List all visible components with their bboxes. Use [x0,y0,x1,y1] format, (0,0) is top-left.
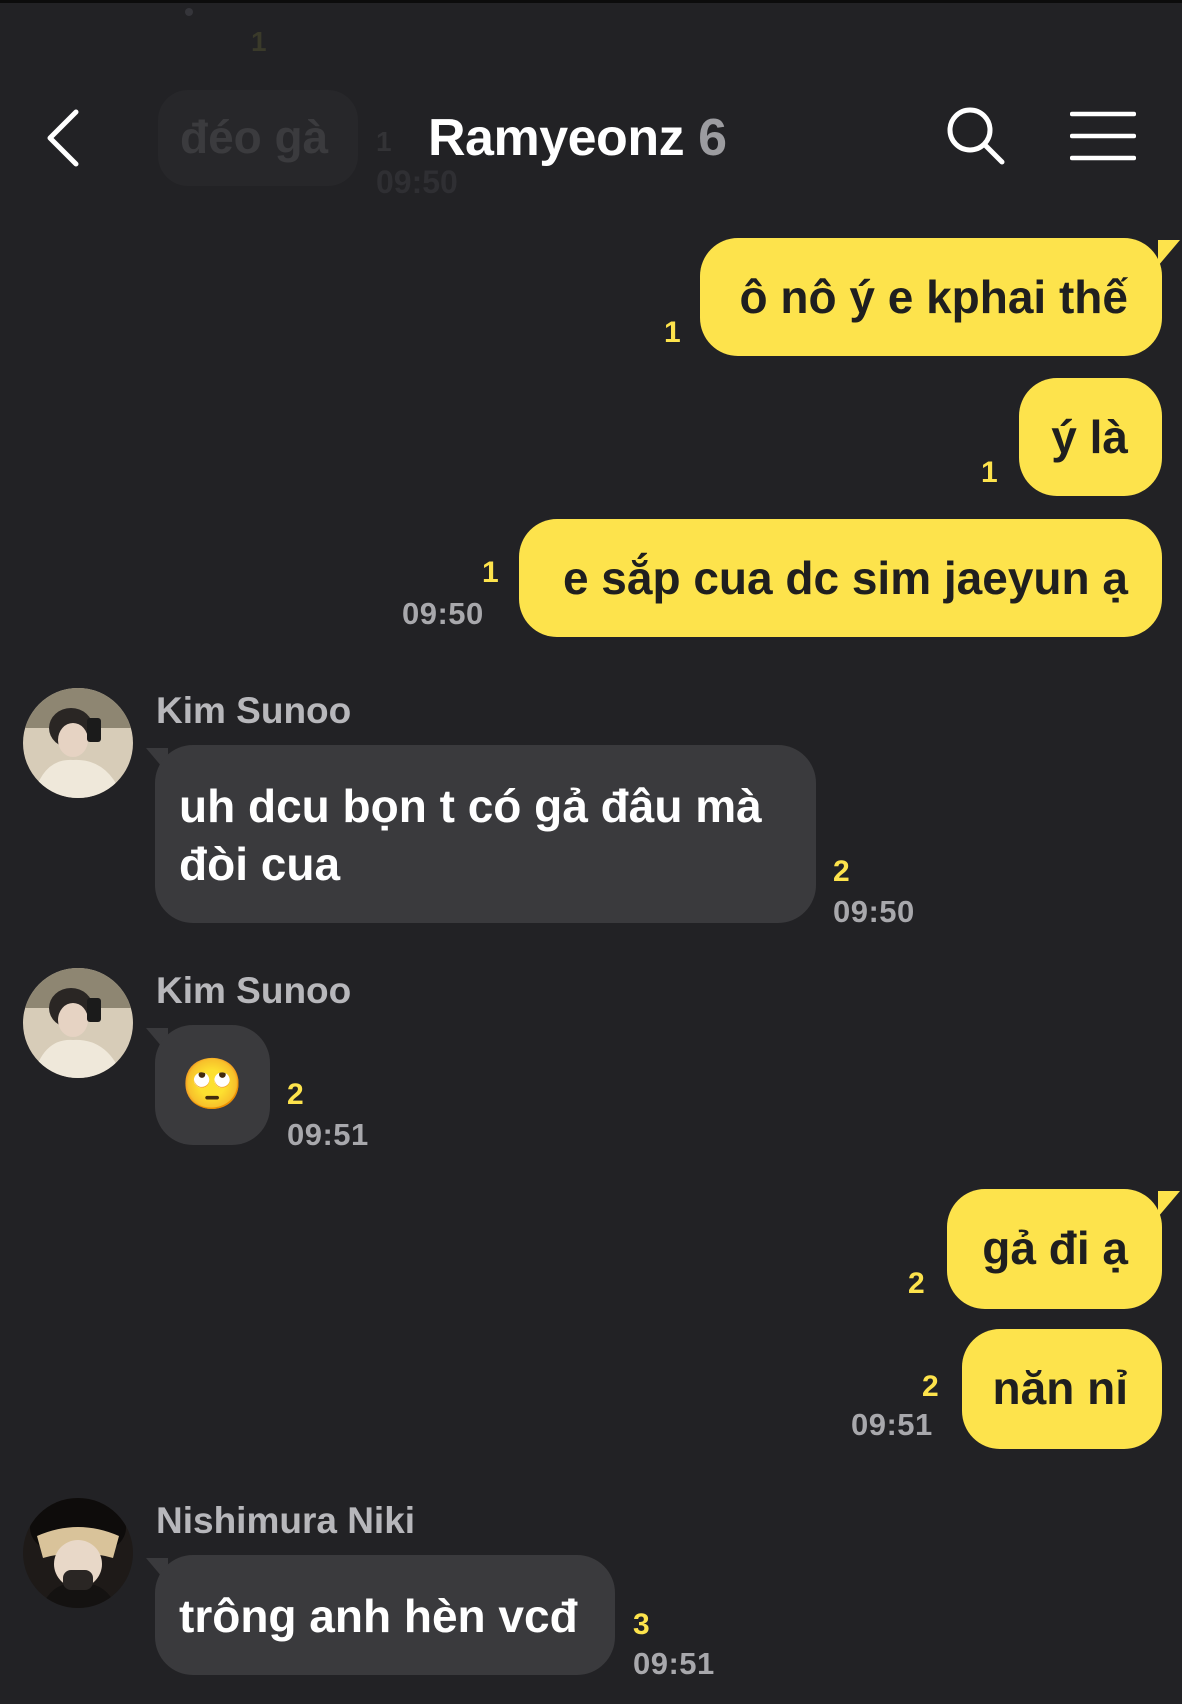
message-text: năn nỉ [992,1362,1128,1414]
outgoing-message-bubble[interactable]: ô nô ý e kphai thế [700,238,1162,356]
search-icon[interactable] [944,104,1008,168]
chat-name: Ramyeonz [428,109,685,167]
ghost-dot [185,8,193,16]
chat-title: Ramyeonz 6 [428,108,727,168]
unread-count: 1 [981,456,998,489]
avatar-photo-icon [23,968,133,1078]
back-arrow-icon[interactable] [40,106,90,170]
message-text: ô nô ý e kphai thế [739,271,1128,323]
sender-name: Kim Sunoo [156,690,352,731]
message-text: uh dcu bọn t có gả đâu mà đòi cua [179,780,762,890]
avatar-nishimura-niki[interactable] [23,1498,133,1608]
outgoing-message-bubble[interactable]: năn nỉ [962,1329,1162,1449]
avatar-kim-sunoo[interactable] [23,968,133,1078]
outgoing-message-bubble[interactable]: gả đi ạ [947,1189,1162,1309]
message-text: trông anh hèn vcđ [179,1590,578,1642]
unread-count: 1 [482,556,499,589]
outgoing-message-bubble[interactable]: ý là [1019,378,1162,496]
unread-count: 2 [287,1078,304,1111]
outgoing-message-bubble[interactable]: e sắp cua dc sim jaeyun ạ [519,519,1162,637]
hamburger-menu-icon[interactable] [1070,110,1136,162]
incoming-message-bubble[interactable]: uh dcu bọn t có gả đâu mà đòi cua [155,745,816,923]
message-time: 09:50 [402,596,484,631]
bubble-tail [1158,1191,1180,1217]
member-count: 6 [698,109,727,167]
message-text: ý là [1051,411,1128,463]
sender-name: Kim Sunoo [156,970,352,1011]
unread-count: 3 [633,1608,650,1641]
message-time: 09:50 [833,894,915,929]
avatar-photo-icon [23,1498,133,1608]
unread-count: 2 [922,1370,939,1403]
ghost-unread-top: 1 [251,26,267,57]
ghost-unread: 1 [376,126,392,157]
message-time: 09:51 [851,1407,933,1442]
ghost-time: 09:50 [376,164,458,200]
status-bar-edge [0,0,1182,3]
incoming-emoji-bubble[interactable]: 🙄 [155,1025,270,1145]
unread-count: 2 [833,855,850,888]
unread-count: 1 [664,316,681,349]
sender-name: Nishimura Niki [156,1500,416,1541]
avatar-kim-sunoo[interactable] [23,688,133,798]
incoming-message-bubble[interactable]: trông anh hèn vcđ [155,1555,615,1675]
avatar-photo-icon [23,688,133,798]
bubble-tail [1158,240,1180,266]
message-time: 09:51 [287,1117,369,1152]
eye-roll-emoji-icon: 🙄 [181,1055,244,1113]
message-text: e sắp cua dc sim jaeyun ạ [562,552,1128,604]
ghost-message-bubble: đéo gà [158,90,358,186]
unread-count: 2 [908,1267,925,1300]
message-text: gả đi ạ [982,1222,1128,1274]
message-time: 09:51 [633,1646,715,1681]
